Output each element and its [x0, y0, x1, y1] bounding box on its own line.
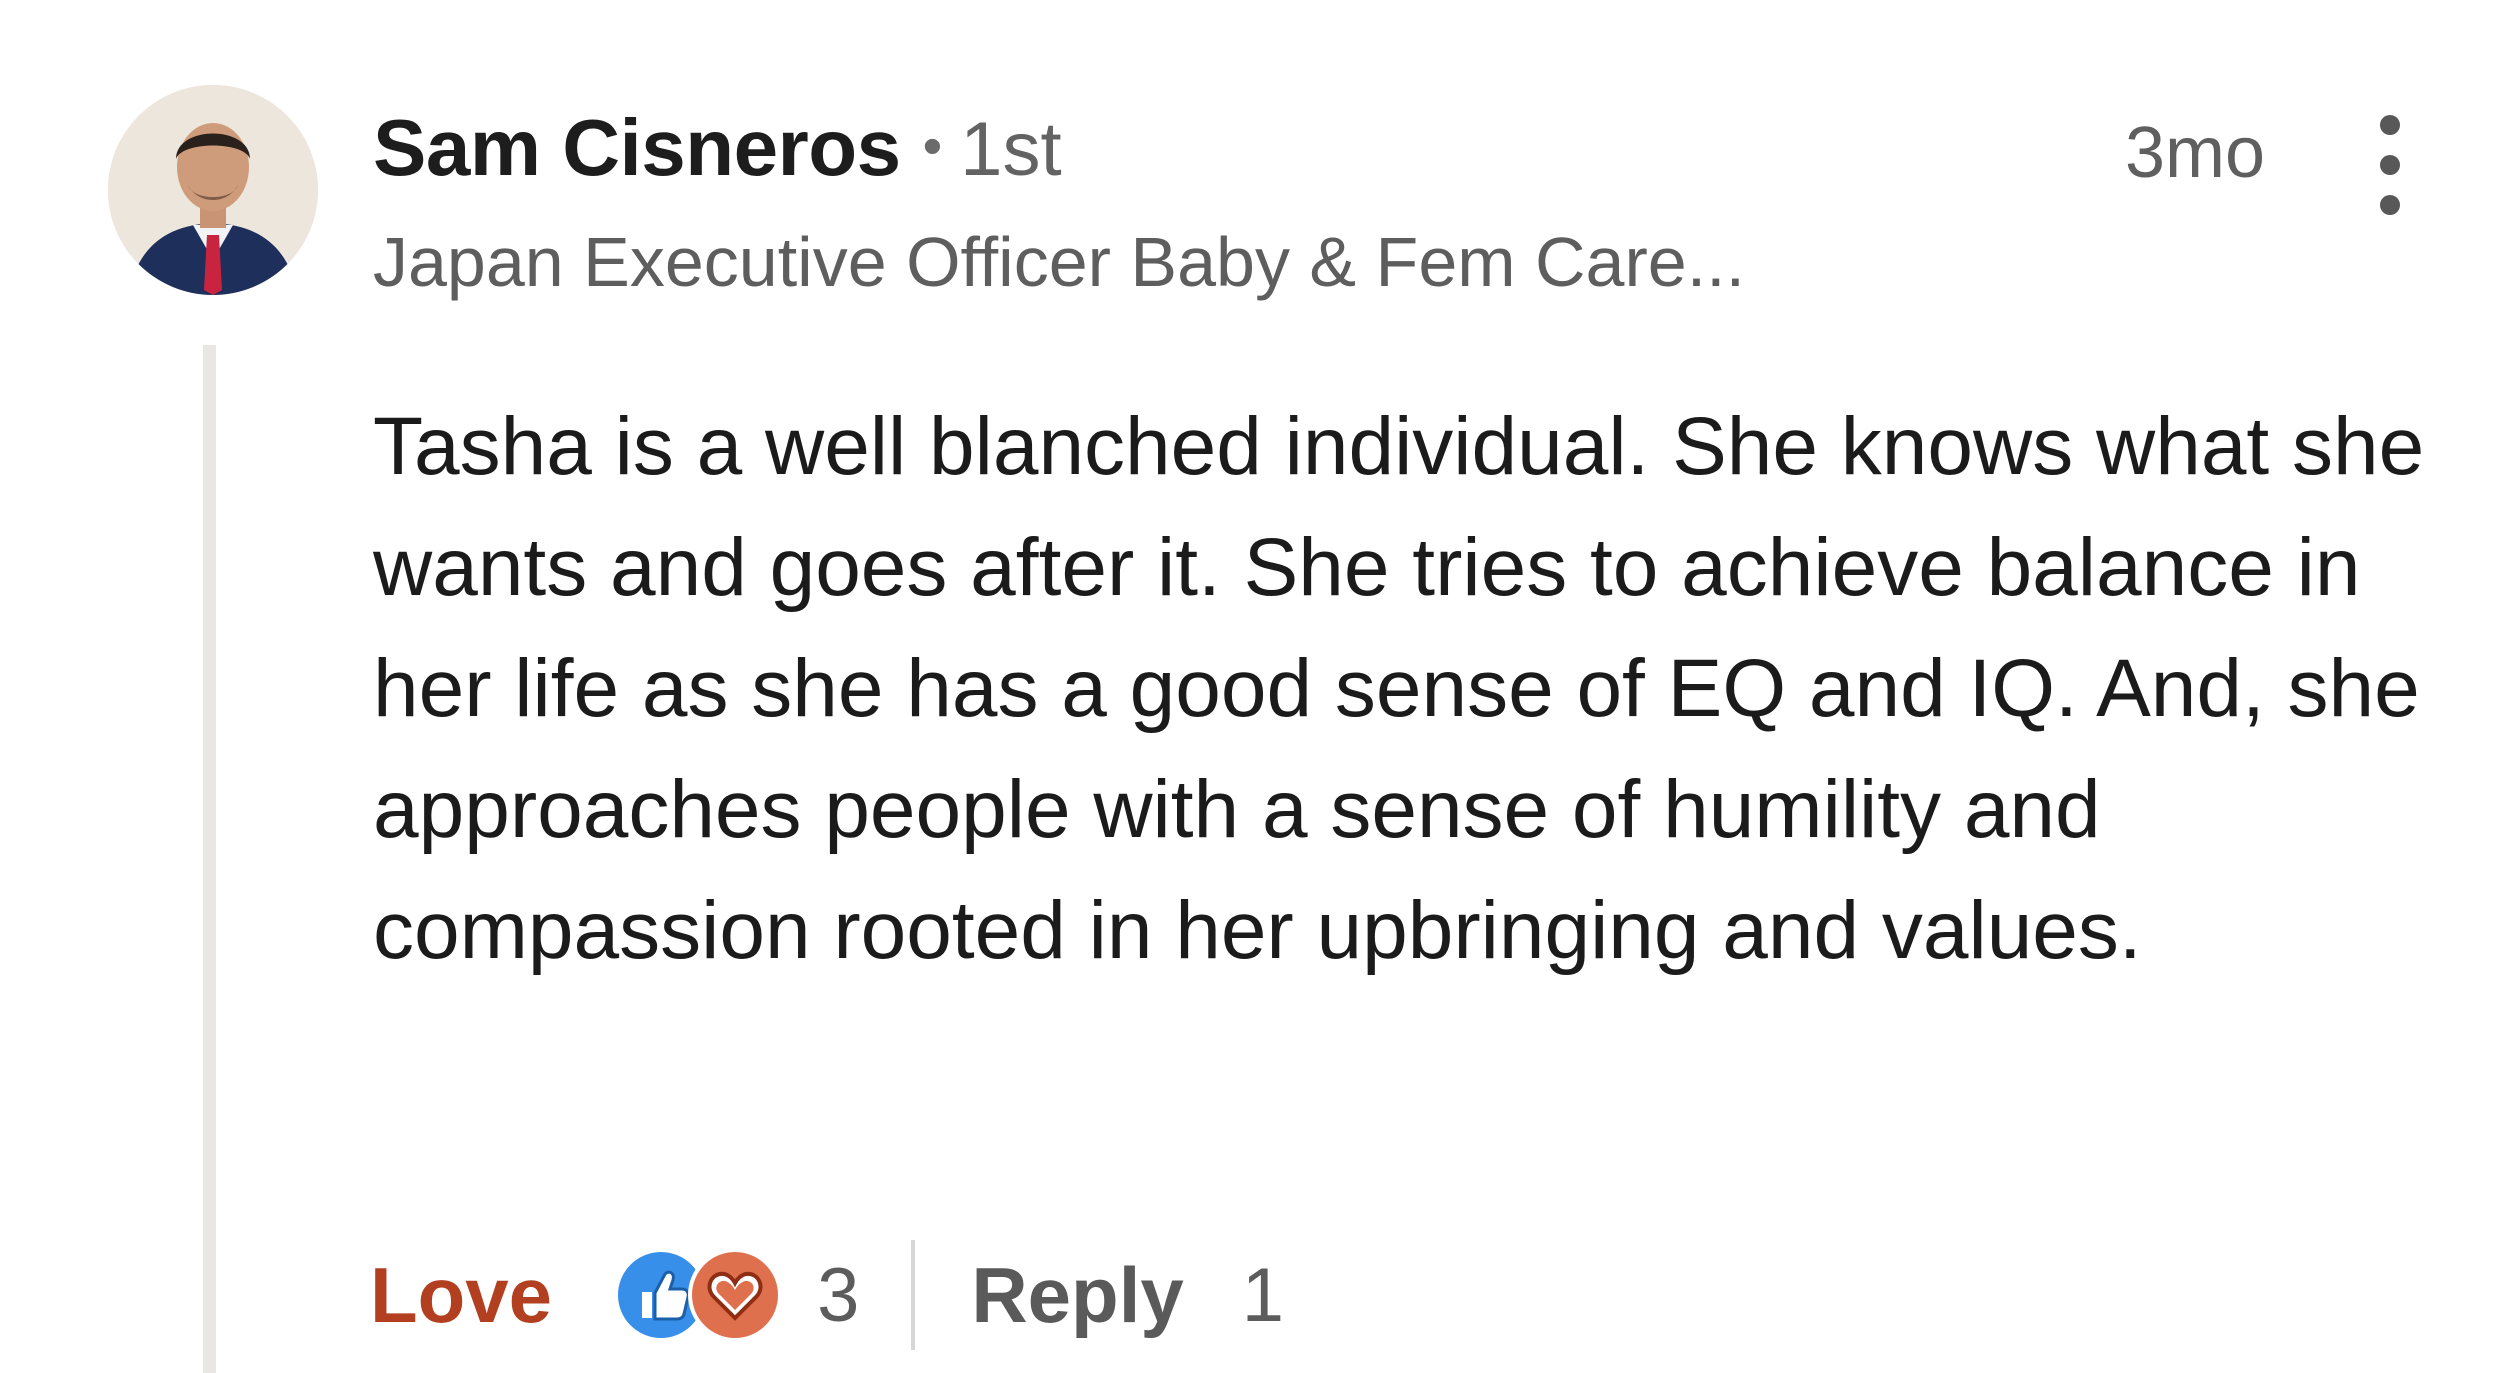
love-reaction-button[interactable]: Love: [370, 1250, 552, 1341]
author-name[interactable]: Sam Cisneros: [373, 102, 901, 194]
comment-header: Sam Cisneros • 1st: [373, 102, 1062, 202]
reaction-count: 3: [817, 1252, 860, 1338]
comment-actions: Love 3 Reply 1: [370, 1230, 1284, 1360]
action-divider: [911, 1240, 916, 1350]
connection-degree: 1st: [960, 107, 1062, 192]
avatar-photo: [108, 85, 318, 295]
separator-dot: •: [922, 114, 943, 177]
thread-line: [203, 345, 216, 1373]
reply-button[interactable]: Reply: [971, 1250, 1183, 1341]
author-avatar[interactable]: [108, 85, 318, 295]
more-options-button[interactable]: [2360, 115, 2420, 215]
comment-timestamp: 3mo: [2124, 113, 2265, 193]
comment-text: Tasha is a well blanched individual. She…: [373, 401, 2425, 976]
reply-count: 1: [1241, 1252, 1285, 1338]
author-headline: Japan Executive Officer Baby & Fem Care.…: [373, 223, 1746, 301]
reaction-summary[interactable]: [614, 1240, 789, 1350]
heart-icon: [688, 1248, 783, 1342]
